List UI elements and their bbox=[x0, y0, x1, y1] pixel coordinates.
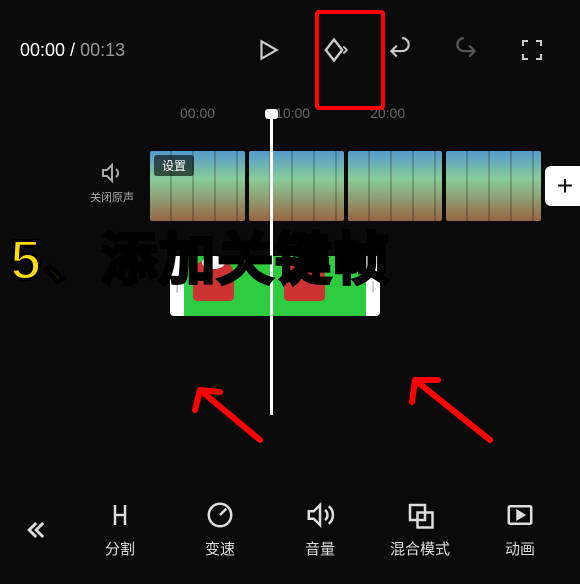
overlay-thumbnail bbox=[275, 256, 366, 316]
chevron-double-left-icon bbox=[21, 516, 49, 544]
play-icon bbox=[255, 37, 281, 63]
split-icon bbox=[105, 500, 135, 530]
mute-label: 关闭原声 bbox=[90, 189, 134, 205]
play-button[interactable] bbox=[250, 32, 286, 68]
clip-settings-label: 设置 bbox=[154, 155, 194, 176]
blend-icon bbox=[405, 500, 435, 530]
main-clip[interactable] bbox=[348, 151, 443, 221]
back-button[interactable] bbox=[10, 505, 60, 555]
tool-label: 动画 bbox=[505, 538, 535, 559]
ruler-tick: 00:00 bbox=[180, 105, 215, 121]
volume-icon bbox=[305, 500, 335, 530]
ruler-tick: 20:00 bbox=[370, 105, 405, 121]
main-video-track[interactable]: 关闭原声 设置 + bbox=[150, 146, 580, 226]
bottom-toolbar: 分割 变速 音量 混合模式 动画 bbox=[0, 490, 580, 569]
fullscreen-button[interactable] bbox=[514, 32, 550, 68]
mute-original-audio-button[interactable]: 关闭原声 bbox=[90, 161, 134, 205]
tool-label: 混合模式 bbox=[390, 538, 450, 559]
total-time: 00:13 bbox=[80, 40, 125, 60]
redo-icon bbox=[453, 37, 479, 63]
undo-button[interactable] bbox=[382, 32, 418, 68]
clip-handle-right[interactable]: | bbox=[366, 256, 380, 316]
animation-icon bbox=[505, 500, 535, 530]
overlay-clip[interactable]: | | bbox=[170, 256, 380, 316]
fullscreen-icon bbox=[520, 38, 544, 62]
tutorial-arrow bbox=[400, 370, 500, 455]
ruler-tick: 10:00 bbox=[275, 105, 310, 121]
overlay-track[interactable]: | | bbox=[170, 256, 380, 316]
time-separator: / bbox=[65, 40, 80, 60]
main-clip[interactable] bbox=[446, 151, 541, 221]
animation-tool[interactable]: 动画 bbox=[470, 500, 570, 559]
blend-mode-tool[interactable]: 混合模式 bbox=[370, 500, 470, 559]
redo-button[interactable] bbox=[448, 32, 484, 68]
tool-label: 音量 bbox=[305, 538, 335, 559]
undo-icon bbox=[387, 37, 413, 63]
playhead[interactable] bbox=[270, 115, 273, 415]
tool-label: 分割 bbox=[105, 538, 135, 559]
keyframe-icon bbox=[320, 36, 348, 64]
current-time: 00:00 bbox=[20, 40, 65, 60]
speed-tool[interactable]: 变速 bbox=[170, 500, 270, 559]
speed-icon bbox=[205, 500, 235, 530]
tool-label: 变速 bbox=[205, 538, 235, 559]
overlay-thumbnail bbox=[184, 256, 275, 316]
main-clip[interactable]: 设置 bbox=[150, 151, 245, 221]
time-display: 00:00 / 00:13 bbox=[20, 40, 125, 61]
volume-tool[interactable]: 音量 bbox=[270, 500, 370, 559]
clip-handle-left[interactable]: | bbox=[170, 256, 184, 316]
main-clip[interactable] bbox=[249, 151, 344, 221]
add-clip-button[interactable]: + bbox=[545, 166, 580, 206]
plus-icon: + bbox=[557, 170, 573, 202]
tutorial-arrow bbox=[180, 380, 270, 455]
split-tool[interactable]: 分割 bbox=[70, 500, 170, 559]
timeline-ruler: 00:00 10:00 20:00 bbox=[0, 100, 580, 126]
keyframe-button[interactable] bbox=[316, 32, 352, 68]
speaker-icon bbox=[100, 161, 124, 185]
